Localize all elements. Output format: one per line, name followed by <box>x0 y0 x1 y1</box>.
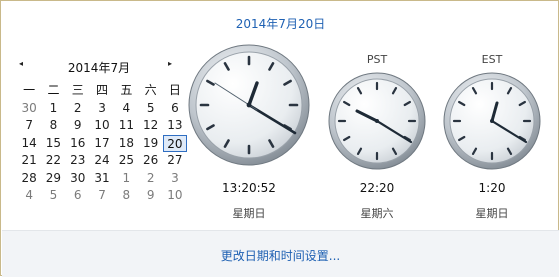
calendar-day[interactable]: 9 <box>138 187 162 205</box>
calendar-day[interactable]: 24 <box>90 152 114 170</box>
weekday-label: 六 <box>144 83 157 97</box>
flyout-footer: 更改日期和时间设置... <box>2 230 559 277</box>
calendar-day[interactable]: 8 <box>41 117 65 135</box>
calendar-day[interactable]: 22 <box>41 152 65 170</box>
pst-clock-label: PST <box>366 53 388 66</box>
calendar-day[interactable]: 31 <box>90 170 114 188</box>
local-clock <box>187 43 311 167</box>
calendar-day[interactable]: 1 <box>114 170 138 188</box>
calendar-day[interactable]: 30 <box>17 100 41 118</box>
weekday-label: 三 <box>71 83 84 97</box>
weekday-label: 日 <box>168 83 181 97</box>
calendar-day[interactable]: 10 <box>90 117 114 135</box>
calendar-week: 30 1 2 3 4 5 6 <box>17 100 187 118</box>
calendar-day[interactable]: 28 <box>17 170 41 188</box>
calendar-day[interactable]: 3 <box>163 170 187 188</box>
calendar-day[interactable]: 9 <box>66 117 90 135</box>
weekday-label: 五 <box>120 83 133 97</box>
calendar-day[interactable]: 29 <box>41 170 65 188</box>
local-day-text: 星期日 <box>232 207 266 220</box>
calendar-day[interactable]: 25 <box>114 152 138 170</box>
calendar-day[interactable]: 1 <box>41 100 65 118</box>
calendar-day[interactable]: 23 <box>66 152 90 170</box>
calendar-day[interactable]: 17 <box>90 135 114 153</box>
calendar-day[interactable]: 19 <box>138 135 162 153</box>
weekday-label: 一 <box>23 83 36 97</box>
calendar-week: 7 8 9 10 11 12 13 <box>17 117 187 135</box>
pst-clock <box>327 71 427 171</box>
est-clock <box>442 71 542 171</box>
calendar-day[interactable]: 6 <box>163 100 187 118</box>
weekday-label: 四 <box>96 83 109 97</box>
analog-clock-face-icon <box>443 72 541 170</box>
date-title-link[interactable]: 2014年7月20日 <box>1 15 559 32</box>
previous-month-arrow-icon[interactable]: ◂ <box>19 59 23 68</box>
calendar-day[interactable]: 27 <box>163 152 187 170</box>
calendar-day-today[interactable]: 20 <box>162 134 188 152</box>
calendar-day[interactable]: 2 <box>66 100 90 118</box>
calendar-day[interactable]: 30 <box>66 170 90 188</box>
calendar-day[interactable]: 18 <box>114 135 138 153</box>
next-month-arrow-icon[interactable]: ▸ <box>168 59 172 68</box>
calendar-day[interactable]: 14 <box>17 135 41 153</box>
calendar-grid: 一 二 三 四 五 六 日 30 1 2 3 4 5 6 7 8 9 10 11… <box>17 82 188 205</box>
calendar-day[interactable]: 21 <box>17 152 41 170</box>
est-clock-label: EST <box>481 53 503 66</box>
calendar-day[interactable]: 16 <box>66 135 90 153</box>
pst-time-text: 22:20 <box>359 181 395 195</box>
calendar-day[interactable]: 10 <box>163 187 187 205</box>
calendar-week: 4 5 6 7 8 9 10 <box>17 187 187 205</box>
calendar-day[interactable]: 2 <box>138 170 162 188</box>
calendar-day[interactable]: 5 <box>41 187 65 205</box>
analog-clock-face-icon <box>188 44 310 166</box>
est-time-text: 1:20 <box>478 181 506 195</box>
calendar-day[interactable]: 7 <box>90 187 114 205</box>
calendar-day[interactable]: 13 <box>163 117 187 135</box>
calendar-day[interactable]: 15 <box>41 135 65 153</box>
calendar-day[interactable]: 6 <box>66 187 90 205</box>
calendar-day[interactable]: 8 <box>114 187 138 205</box>
analog-clock-face-icon <box>328 72 426 170</box>
calendar-day[interactable]: 26 <box>138 152 162 170</box>
date-time-flyout: 2014年7月20日 ◂ 2014年7月 ▸ 一 二 三 四 五 六 日 30 … <box>0 0 559 277</box>
calendar-week: 21 22 23 24 25 26 27 <box>17 152 187 170</box>
calendar-day[interactable]: 3 <box>90 100 114 118</box>
calendar-day[interactable]: 7 <box>17 117 41 135</box>
calendar-month-title[interactable]: 2014年7月 <box>49 59 149 76</box>
calendar-weekday-header: 一 二 三 四 五 六 日 <box>17 82 187 100</box>
est-day-text: 星期日 <box>475 207 509 220</box>
change-date-time-settings-link[interactable]: 更改日期和时间设置... <box>2 247 559 264</box>
calendar-day[interactable]: 11 <box>114 117 138 135</box>
calendar-day[interactable]: 5 <box>138 100 162 118</box>
calendar-day[interactable]: 4 <box>114 100 138 118</box>
weekday-label: 二 <box>47 83 60 97</box>
pst-day-text: 星期六 <box>360 207 394 220</box>
calendar-day[interactable]: 4 <box>17 187 41 205</box>
calendar-week: 28 29 30 31 1 2 3 <box>17 170 187 188</box>
calendar-day[interactable]: 12 <box>138 117 162 135</box>
calendar-week: 14 15 16 17 18 19 20 <box>17 134 188 153</box>
local-time-text: 13:20:52 <box>222 181 276 195</box>
